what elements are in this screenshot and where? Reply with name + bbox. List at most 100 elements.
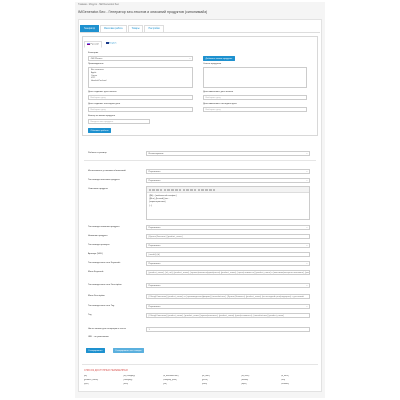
date-added-to-input[interactable]: Выберите дату xyxy=(203,95,307,100)
update-button[interactable]: Обновить работы xyxy=(88,128,111,133)
update-settings-select[interactable]: Перезапись xyxy=(146,169,310,174)
keywords-output-select[interactable]: Перезапись xyxy=(146,261,310,266)
sku-output-select[interactable]: Перезапись xyxy=(146,243,310,248)
table-icon[interactable] xyxy=(186,188,189,192)
list-ul-icon[interactable] xyxy=(174,188,178,192)
name-output-select[interactable]: Перезапись xyxy=(146,225,310,230)
description-meta-output-select[interactable]: Перезапись xyxy=(146,283,310,288)
hr-icon[interactable] xyxy=(201,188,205,192)
breadcrumb-item[interactable]: Главная xyxy=(78,4,87,6)
field-label: Артикул (SKU) xyxy=(88,253,103,255)
variable-item: {location} xyxy=(280,383,289,385)
field-label: Тип вывода мета-тега Keywords xyxy=(88,262,121,264)
tab-generator[interactable]: Генератор xyxy=(80,25,99,32)
tab-settings[interactable]: Настройки xyxy=(144,25,164,32)
list-ol-icon[interactable] xyxy=(178,188,182,192)
language-tabs: Русский English xyxy=(84,41,118,48)
category-label: Категория xyxy=(88,52,99,54)
date-added-from-input[interactable]: Выберите дату xyxy=(88,95,193,100)
variable-item: {product_name} xyxy=(84,379,99,381)
chars-count-input[interactable]: 1 xyxy=(146,327,310,332)
field-label: Мета-Description xyxy=(88,295,105,297)
url-default-note: URL - по умолчанию xyxy=(88,336,109,338)
variable-item: {jan} xyxy=(162,383,167,385)
help-icon[interactable] xyxy=(212,188,216,192)
tab-divider xyxy=(80,32,320,33)
variable-item: {model} xyxy=(241,379,249,381)
variable-item: {price} xyxy=(201,379,208,381)
product-list[interactable] xyxy=(203,67,307,88)
link-icon[interactable] xyxy=(190,188,193,192)
add-products-button[interactable]: Добавить новые продукты xyxy=(203,56,235,61)
fullscreen-icon[interactable] xyxy=(205,188,208,192)
generate-all-button[interactable]: Генерировать все товары xyxy=(113,348,144,353)
variable-item: {id_attr2} xyxy=(241,375,250,377)
date-added-to-label: Дата изменения: дата начала xyxy=(203,91,234,93)
breadcrumb: Главная › Модули › SEOGenerator.Seo xyxy=(78,4,119,6)
tab-products[interactable]: Товары xyxy=(127,25,144,32)
variable-item: {upc} xyxy=(84,383,89,385)
meta-description-input[interactable]: {Обзор|Описание} {product_name} от {прои… xyxy=(146,294,310,299)
main-tabs: Генератор Массовая работа Товары Настрой… xyxy=(80,25,164,32)
tag-output-select[interactable]: Перезапись xyxy=(146,304,310,309)
variable-item: {category_path} xyxy=(162,379,177,381)
divider xyxy=(82,364,318,365)
variable-item: {id} xyxy=(84,375,87,377)
variable-item: {category} xyxy=(123,379,133,381)
tag-input[interactable]: {Обзор|Описание} {product_name}, {produc… xyxy=(146,313,310,318)
product-name-filter-input[interactable]: Введите имя продукта xyxy=(88,119,150,124)
variable-item: {id_attr1} xyxy=(201,375,210,377)
divider xyxy=(84,160,316,161)
tab-bulk[interactable]: Массовая работа xyxy=(100,25,127,32)
field-label: Рабочая страница xyxy=(88,152,107,154)
tab-lang-en[interactable]: English xyxy=(104,41,119,48)
description-output-select[interactable]: Перезапись xyxy=(146,178,310,183)
field-label: Тип вывода описания продукта xyxy=(88,179,120,181)
variable-item: {ean} xyxy=(123,383,129,385)
field-label: Тип вывода мета-тега Description xyxy=(88,284,122,286)
font-icon[interactable] xyxy=(163,188,167,192)
variable-item: {id_attr3} xyxy=(280,375,289,377)
editor-content: {{Mi} - {мобильный телефон} {{Все | Данн… xyxy=(149,195,177,207)
product-name-input[interactable]: {Купить|Заказать} {product_name} xyxy=(146,234,310,239)
manufacturers-label: Производитель xyxy=(88,63,104,65)
page-title: IMGenerator.Seo - Генератор seo-текстов … xyxy=(78,10,208,14)
bold-icon[interactable] xyxy=(148,188,152,192)
category-select[interactable]: -NN Phones xyxy=(88,56,193,61)
field-label: Число знаков для генерации в тексте xyxy=(88,328,127,330)
date-modified-to-input[interactable]: Выберите дату xyxy=(203,107,307,112)
image-icon[interactable] xyxy=(193,188,197,192)
variables-list: {id} {id_category} {id_manufacturer} {id… xyxy=(84,375,320,385)
strike-icon[interactable] xyxy=(159,188,163,192)
field-label: Tag xyxy=(88,314,92,316)
description-editor[interactable]: {{Mi} - {мобильный телефон} {{Все | Данн… xyxy=(146,186,310,220)
variables-title: СПИСОК ДОСТУПНЫХ ПЕРЕМЕННЫХ xyxy=(84,369,128,372)
editor-toolbar xyxy=(147,187,309,193)
field-label: Описание продукта xyxy=(88,188,108,190)
product-name-filter-label: Фильтр по имени продукта xyxy=(88,115,116,117)
variable-item: {id_manufacturer} xyxy=(162,375,179,377)
underline-icon[interactable] xyxy=(156,188,159,192)
align-icon[interactable] xyxy=(182,188,186,192)
list-item[interactable]: Hewlett-Packard xyxy=(91,80,190,83)
variable-item: {mpn} xyxy=(241,383,247,385)
variable-item: {isbn} xyxy=(201,383,207,385)
tab-lang-ru[interactable]: Русский xyxy=(84,41,102,48)
meta-keywords-input[interactable]: {product_name}, {id_cat}, {product_name}… xyxy=(146,270,310,275)
field-label: Тип вывода названия продукта xyxy=(88,226,120,228)
manufacturers-list[interactable]: Все отметить Apple Canon HTC Hewlett-Pac… xyxy=(88,67,193,88)
sku-input[interactable]: {model}-{id} xyxy=(146,252,310,257)
italic-icon[interactable] xyxy=(152,188,155,192)
work-page-select[interactable]: Используемые xyxy=(146,151,310,156)
field-label: Название продукта xyxy=(88,235,108,237)
date-modified-from-input[interactable]: Выберите дату xyxy=(88,107,193,112)
video-icon[interactable] xyxy=(197,188,201,192)
generate-button[interactable]: Генерировать xyxy=(86,348,105,353)
size-icon[interactable] xyxy=(167,188,170,192)
product-list-label: Список продуктов xyxy=(203,63,222,65)
color-icon[interactable] xyxy=(171,188,174,192)
code-icon[interactable] xyxy=(209,188,212,192)
breadcrumb-item[interactable]: SEOGenerator.Seo xyxy=(99,4,119,6)
breadcrumb-item[interactable]: Модули xyxy=(89,4,97,6)
date-modified-from-label: Дата создания: последняя дата xyxy=(88,103,121,105)
